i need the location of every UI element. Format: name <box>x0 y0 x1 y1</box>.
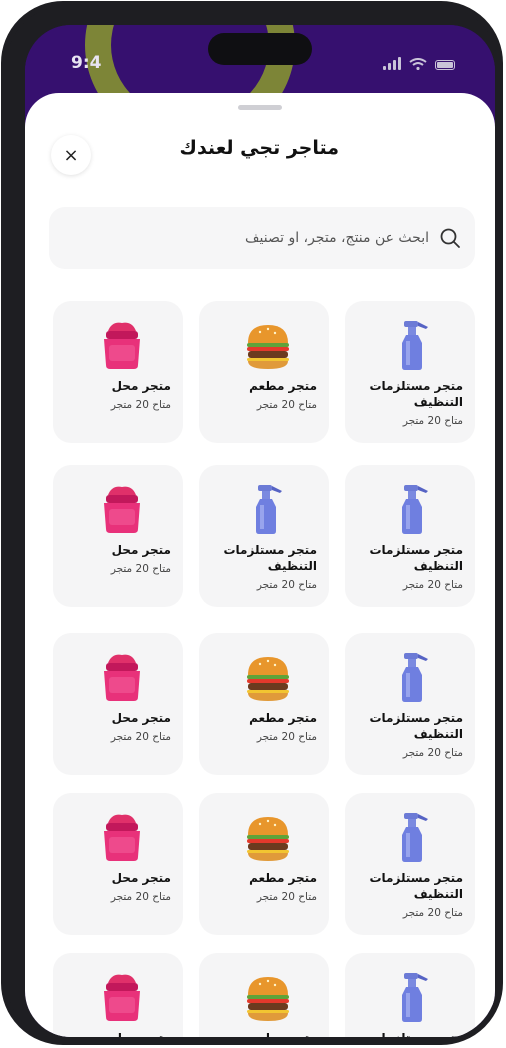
burger-icon <box>244 811 292 863</box>
close-button[interactable]: × <box>51 135 91 175</box>
store-name: متجر مستلزمات التنظيف <box>369 711 463 741</box>
store-name: متجر مطعم <box>249 711 317 725</box>
store-card[interactable]: متجر مستلزمات التنظيف متاح 20 متجر <box>345 633 475 775</box>
cosmetics-jar-icon <box>98 319 146 371</box>
store-card[interactable]: متجر مستلزمات التنظيف متاح 20 متجر <box>199 465 329 607</box>
wifi-icon <box>409 58 427 70</box>
sheet-title: متاجر تجي لعندك <box>179 137 339 159</box>
store-card[interactable]: متجر محل متاح 20 متجر <box>53 465 183 607</box>
store-card[interactable]: متجر مطعم متاح 20 متجر <box>199 793 329 935</box>
store-count: متاح 20 متجر <box>402 747 463 759</box>
store-name: متجر مستلزمات التنظيف <box>223 543 317 573</box>
store-name: متجر مستلزمات التنظيف <box>347 1031 463 1037</box>
store-count: متاح 20 متجر <box>256 579 317 591</box>
store-card[interactable]: متجر مطعم <box>199 953 329 1037</box>
search-input[interactable] <box>129 230 429 246</box>
sheet-grabber[interactable] <box>238 105 282 110</box>
cosmetics-jar-icon <box>98 651 146 703</box>
burger-icon <box>244 651 292 703</box>
spray-bottle-icon <box>390 971 438 1023</box>
store-name: متجر محل <box>111 543 171 557</box>
store-card[interactable]: متجر مطعم متاح 20 متجر <box>199 633 329 775</box>
stores-bottom-sheet: متاجر تجي لعندك × متجر مستلزمات التنظيفم… <box>25 93 495 1037</box>
burger-icon <box>244 971 292 1023</box>
store-name: متجر مطعم <box>249 379 317 393</box>
cellular-signal-icon <box>383 57 401 70</box>
store-count: متاح 20 متجر <box>402 415 463 427</box>
store-name: متجر محل <box>111 871 171 885</box>
store-name: متجر محل <box>111 711 171 725</box>
screen: 9:4 متاجر تجي لعندك × ابحث عن منتج، متجر… <box>25 25 495 1037</box>
store-count: متاح 20 متجر <box>402 579 463 591</box>
store-card[interactable]: متجر محل متاح 20 متجر <box>53 633 183 775</box>
spray-bottle-icon <box>390 319 438 371</box>
cosmetics-jar-icon <box>98 483 146 535</box>
spray-bottle-icon <box>390 483 438 535</box>
store-card[interactable]: متجر مستلزمات التنظيف <box>345 953 475 1037</box>
store-card[interactable]: متجر محل متاح 20 متجر <box>53 793 183 935</box>
store-name: متجر مستلزمات التنظيف <box>369 543 463 573</box>
spray-bottle-icon <box>390 811 438 863</box>
store-count: متاح 20 متجر <box>110 399 171 411</box>
store-name: متجر مطعم <box>201 1031 317 1037</box>
store-card[interactable]: متجر محل <box>53 953 183 1037</box>
cosmetics-jar-icon <box>98 971 146 1023</box>
search-icon <box>440 228 460 248</box>
cosmetics-jar-icon <box>98 811 146 863</box>
store-name: متجر مستلزمات التنظيف <box>369 871 463 901</box>
store-card[interactable]: متجر مستلزمات التنظيف متاح 20 متجر <box>345 301 475 443</box>
store-card[interactable]: متجر محل متاح 20 متجر <box>53 301 183 443</box>
status-icons <box>383 57 455 70</box>
store-count: متاح 20 متجر <box>110 563 171 575</box>
store-count: متاح 20 متجر <box>256 731 317 743</box>
store-count: متاح 20 متجر <box>110 731 171 743</box>
store-count: متاح 20 متجر <box>256 399 317 411</box>
store-card[interactable]: متجر مطعم متاح 20 متجر <box>199 301 329 443</box>
store-count: متاح 20 متجر <box>402 907 463 919</box>
search-bar[interactable] <box>49 207 475 269</box>
spray-bottle-icon <box>244 483 292 535</box>
store-name: متجر محل <box>55 1031 171 1037</box>
store-card[interactable]: متجر مستلزمات التنظيف متاح 20 متجر <box>345 465 475 607</box>
battery-icon <box>435 60 455 70</box>
store-name: متجر محل <box>111 379 171 393</box>
close-icon: × <box>63 144 79 166</box>
store-name: متجر مستلزمات التنظيف <box>369 379 463 409</box>
store-name: متجر مطعم <box>249 871 317 885</box>
burger-icon <box>244 319 292 371</box>
store-count: متاح 20 متجر <box>256 891 317 903</box>
dynamic-island <box>208 33 312 65</box>
phone-frame: 9:4 متاجر تجي لعندك × ابحث عن منتج، متجر… <box>1 1 503 1045</box>
store-card[interactable]: متجر مستلزمات التنظيف متاح 20 متجر <box>345 793 475 935</box>
spray-bottle-icon <box>390 651 438 703</box>
status-time: 9:4 <box>71 53 102 73</box>
store-count: متاح 20 متجر <box>110 891 171 903</box>
